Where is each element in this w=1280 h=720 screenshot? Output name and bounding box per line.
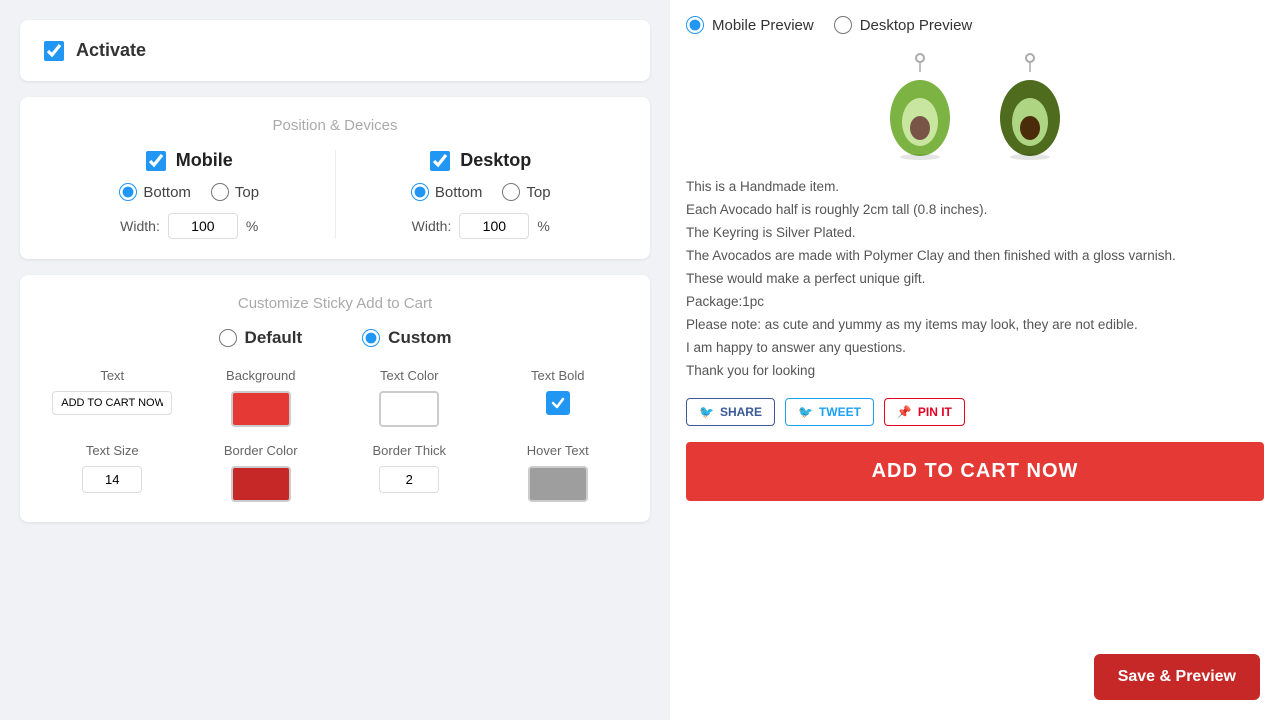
activate-label: Activate: [76, 40, 146, 61]
hover-text-label: Hover Text: [527, 443, 589, 458]
position-card: Position & Devices Mobile Bottom Top: [20, 97, 650, 259]
activate-card: Activate: [20, 20, 650, 81]
left-panel: Activate Position & Devices Mobile Botto…: [0, 0, 670, 720]
text-field-label: Text: [100, 368, 124, 383]
pin-label: PIN IT: [918, 405, 952, 419]
border-color-field-group: Border Color: [193, 443, 330, 502]
mobile-preview-option[interactable]: Mobile Preview: [686, 16, 814, 34]
hover-text-swatch[interactable]: [528, 466, 588, 502]
custom-radio[interactable]: [362, 329, 380, 347]
desktop-settings: Desktop Bottom Top Width: %: [336, 150, 627, 239]
customize-title: Customize Sticky Add to Cart: [44, 295, 626, 312]
text-size-field-group: Text Size: [44, 443, 181, 502]
customize-card: Customize Sticky Add to Cart Default Cus…: [20, 275, 650, 522]
activate-checkbox[interactable]: [44, 41, 64, 61]
desktop-top-option[interactable]: Top: [502, 183, 550, 201]
text-color-field-group: Text Color: [341, 368, 478, 427]
desktop-checkbox[interactable]: [430, 151, 450, 171]
text-bold-label: Text Bold: [531, 368, 584, 383]
text-size-input[interactable]: [82, 466, 142, 493]
default-option[interactable]: Default: [219, 328, 303, 348]
border-thick-label: Border Thick: [373, 443, 446, 458]
border-color-swatch[interactable]: [231, 466, 291, 502]
default-label: Default: [245, 328, 303, 348]
mobile-bottom-radio[interactable]: [119, 183, 137, 201]
text-color-label: Text Color: [380, 368, 439, 383]
mobile-top-radio[interactable]: [211, 183, 229, 201]
fb-icon: 🐦: [699, 405, 714, 419]
background-field-group: Background: [193, 368, 330, 427]
save-preview-button[interactable]: Save & Preview: [1094, 654, 1260, 700]
desktop-width-input[interactable]: [459, 213, 529, 239]
mobile-label: Mobile: [176, 150, 233, 171]
text-size-label: Text Size: [86, 443, 139, 458]
desc-line-1: This is a Handmade item. Each Avocado ha…: [686, 179, 1176, 378]
preview-toggle: Mobile Preview Desktop Preview: [686, 16, 1264, 34]
border-color-label: Border Color: [224, 443, 298, 458]
mobile-settings: Mobile Bottom Top Width: %: [44, 150, 335, 239]
share-label: SHARE: [720, 405, 762, 419]
right-panel: Mobile Preview Desktop Preview: [670, 0, 1280, 720]
border-thick-field-group: Border Thick: [341, 443, 478, 502]
desktop-top-radio[interactable]: [502, 183, 520, 201]
tweet-label: TWEET: [819, 405, 861, 419]
desktop-bottom-option[interactable]: Bottom: [411, 183, 483, 201]
desktop-bottom-label: Bottom: [435, 184, 483, 201]
hover-text-field-group: Hover Text: [490, 443, 627, 502]
text-field-input[interactable]: [52, 391, 172, 415]
mobile-checkbox[interactable]: [146, 151, 166, 171]
checkmark-icon: [551, 396, 565, 410]
pin-icon: 📌: [897, 405, 912, 419]
desktop-preview-radio[interactable]: [834, 16, 852, 34]
mobile-preview-label: Mobile Preview: [712, 17, 814, 34]
border-thick-input[interactable]: [379, 466, 439, 493]
mobile-width-unit: %: [246, 218, 258, 234]
mobile-width-label: Width:: [120, 218, 160, 234]
custom-label: Custom: [388, 328, 451, 348]
desktop-width-unit: %: [537, 218, 549, 234]
share-button[interactable]: 🐦 SHARE: [686, 398, 775, 426]
custom-option[interactable]: Custom: [362, 328, 451, 348]
desktop-width-label: Width:: [412, 218, 452, 234]
mobile-top-label: Top: [235, 184, 259, 201]
mobile-preview-radio[interactable]: [686, 16, 704, 34]
text-bold-swatch[interactable]: [546, 391, 570, 415]
mobile-width-input[interactable]: [168, 213, 238, 239]
background-field-label: Background: [226, 368, 295, 383]
default-radio[interactable]: [219, 329, 237, 347]
text-field-group: Text: [44, 368, 181, 427]
position-title: Position & Devices: [44, 117, 626, 134]
tw-icon: 🐦: [798, 405, 813, 419]
avocado-image-2: [985, 50, 1075, 160]
desktop-label: Desktop: [460, 150, 531, 171]
text-color-swatch[interactable]: [379, 391, 439, 427]
text-bold-field-group: Text Bold: [490, 368, 627, 427]
desktop-preview-option[interactable]: Desktop Preview: [834, 16, 973, 34]
mobile-bottom-option[interactable]: Bottom: [119, 183, 191, 201]
product-images: [686, 50, 1264, 160]
tweet-button[interactable]: 🐦 TWEET: [785, 398, 874, 426]
background-color-swatch[interactable]: [231, 391, 291, 427]
desktop-top-label: Top: [526, 184, 550, 201]
desktop-bottom-radio[interactable]: [411, 183, 429, 201]
mobile-top-option[interactable]: Top: [211, 183, 259, 201]
avocado-image-1: [875, 50, 965, 160]
desktop-preview-label: Desktop Preview: [860, 17, 973, 34]
pin-button[interactable]: 📌 PIN IT: [884, 398, 965, 426]
add-to-cart-button[interactable]: ADD TO CART NOW: [686, 442, 1264, 501]
social-buttons: 🐦 SHARE 🐦 TWEET 📌 PIN IT: [686, 398, 1264, 426]
product-description: This is a Handmade item. Each Avocado ha…: [686, 176, 1264, 382]
mobile-bottom-label: Bottom: [143, 184, 191, 201]
